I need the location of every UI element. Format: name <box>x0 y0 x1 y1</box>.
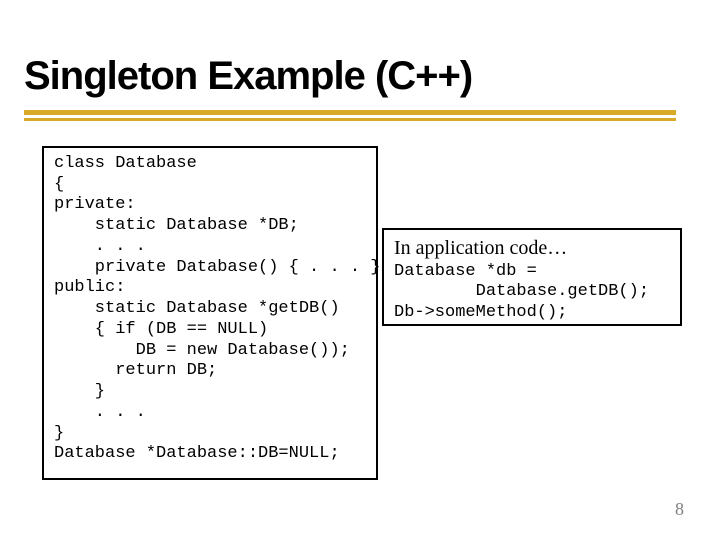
title-rule-thick <box>24 110 676 115</box>
page-number: 8 <box>675 499 684 520</box>
application-code-snippet: Database *db = Database.getDB(); Db->som… <box>394 262 649 322</box>
page-title: Singleton Example (C++) <box>24 54 472 99</box>
code-box-class-definition: class Database { private: static Databas… <box>42 146 378 480</box>
slide: Singleton Example (C++) class Database {… <box>0 0 720 540</box>
code-box-application-usage: In application code… Database *db = Data… <box>382 228 682 326</box>
application-code-label: In application code… <box>394 237 567 259</box>
title-rule-thin <box>24 118 676 121</box>
